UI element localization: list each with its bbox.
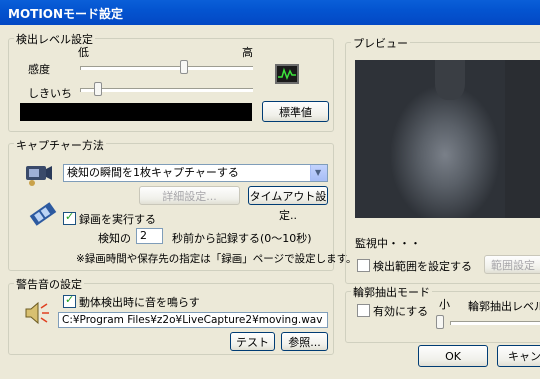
default-value-button[interactable]: 標準値 (262, 101, 329, 122)
recording-note: ※録画時間や保存先の指定は「録画」ページで設定します。 (76, 253, 357, 265)
high-label: 高 (242, 46, 253, 59)
film-icon (28, 200, 58, 228)
sound-path-value: C:¥Program Files¥z2o¥LiveCapture2¥moving… (62, 314, 323, 326)
detail-settings-button[interactable]: 詳細設定... (139, 186, 240, 205)
seconds-value: 2 (140, 229, 147, 242)
detect-prefix-label: 検知の (98, 232, 131, 245)
title-bar: MOTIONモード設定 (0, 0, 540, 25)
ok-button[interactable]: OK (418, 345, 488, 367)
range-settings-button[interactable]: 範囲設定 (484, 255, 540, 274)
seconds-suffix-label: 秒前から記録する(0〜10秒) (172, 232, 312, 245)
sensitivity-slider-track[interactable] (80, 66, 253, 70)
window-title: MOTIONモード設定 (8, 7, 124, 21)
record-checkbox-label: 録画を実行する (79, 213, 156, 226)
contour-level-label: 輪郭抽出レベル (468, 300, 540, 313)
speaker-icon (23, 300, 51, 326)
contour-enable-label: 有効にする (373, 305, 429, 318)
sensitivity-slider-thumb[interactable] (180, 60, 189, 74)
capture-method-value: 検知の瞬間を1枚キャプチャーする (67, 166, 239, 179)
timeout-settings-button[interactable]: タイムアウト設定.. (248, 186, 328, 222)
sound-checkbox[interactable] (63, 293, 76, 308)
record-checkbox[interactable] (63, 210, 76, 225)
contour-enable-checkbox[interactable] (357, 304, 370, 317)
browse-button[interactable]: 参照... (281, 332, 328, 351)
contour-small-label: 小 (439, 298, 450, 311)
waveform-icon (275, 64, 299, 84)
alarm-sound-group-label: 警告音の設定 (14, 276, 84, 292)
chevron-down-icon[interactable] (310, 165, 327, 181)
sensitivity-label: 感度 (28, 63, 50, 76)
preview-video (355, 60, 540, 218)
sound-path-input[interactable]: C:¥Program Files¥z2o¥LiveCapture2¥moving… (58, 312, 328, 328)
seconds-input[interactable]: 2 (136, 228, 163, 244)
capture-method-group-label: キャプチャー方法 (14, 137, 106, 153)
threshold-slider-thumb[interactable] (94, 82, 103, 96)
contour-level-slider-thumb[interactable] (436, 315, 444, 329)
test-button[interactable]: テスト (230, 332, 275, 351)
contour-group-label: 輪郭抽出モード (351, 284, 432, 300)
sound-checkbox-label: 動体検出時に音を鳴らす (79, 296, 200, 309)
low-label: 低 (78, 46, 89, 59)
level-meter (20, 103, 252, 121)
capture-method-select[interactable]: 検知の瞬間を1枚キャプチャーする (63, 164, 328, 182)
threshold-slider-track[interactable] (80, 88, 253, 92)
contour-level-slider-track[interactable] (450, 321, 540, 325)
camcorder-icon (23, 160, 53, 188)
preview-status: 監視中・・・ (355, 237, 421, 250)
set-range-checkbox-label: 検出範囲を設定する (373, 260, 472, 273)
threshold-label: しきいち (28, 87, 72, 100)
cancel-button[interactable]: キャンセル (497, 345, 540, 367)
set-range-checkbox[interactable] (357, 259, 370, 272)
preview-group-label: プレビュー (351, 35, 410, 51)
